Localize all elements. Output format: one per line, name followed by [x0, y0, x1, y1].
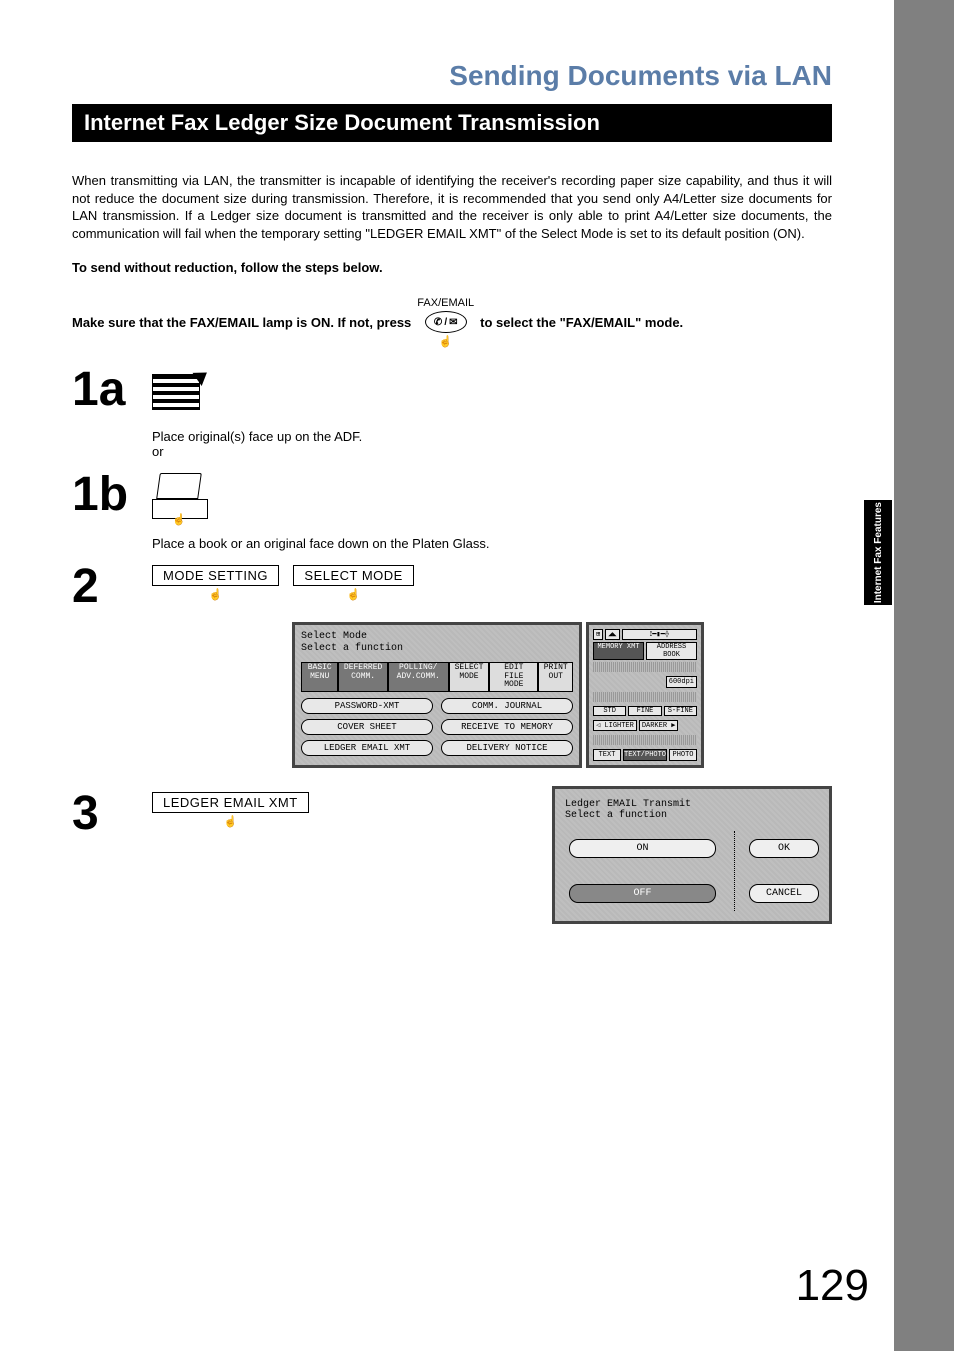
- adf-icon: [152, 368, 212, 416]
- res-sfine[interactable]: S-FINE: [664, 706, 697, 716]
- fax-email-button-graphic: FAX/EMAIL ✆/✉ ☝: [417, 297, 474, 348]
- envelope-icon: ✉: [449, 317, 457, 328]
- tab-polling-advcomm[interactable]: POLLING/ ADV.COMM.: [388, 662, 449, 691]
- btn-password-xmt[interactable]: PASSWORD-XMT: [301, 698, 433, 714]
- screen-title: Select Mode: [301, 631, 573, 643]
- fax-email-label: FAX/EMAIL: [417, 297, 474, 309]
- step-number-3: 3: [72, 792, 132, 835]
- select-mode-screen: Select Mode Select a function BASIC MENU…: [292, 622, 582, 768]
- tab-address-book[interactable]: ADDRESS BOOK: [646, 642, 697, 660]
- step-1a: 1a Place original(s) face up on the ADF.…: [72, 368, 832, 459]
- fax-email-oval-icon: ✆/✉: [425, 311, 467, 333]
- step-3: 3 LEDGER EMAIL XMT ☝ Ledger EMAIL Transm…: [72, 792, 832, 924]
- res-fine[interactable]: FINE: [628, 706, 661, 716]
- step-1b-text: Place a book or an original face down on…: [152, 536, 832, 551]
- keypad-icon[interactable]: ⊞: [593, 629, 603, 640]
- side-settings-panel: ⊞ ◢◣ ⟟━▮━⟠ MEMORY XMT ADDRESS BOOK 600dp…: [586, 622, 704, 768]
- slider-icon[interactable]: ⟟━▮━⟠: [622, 629, 697, 640]
- btn-ledger-email-xmt[interactable]: LEDGER EMAIL XMT: [301, 740, 433, 756]
- press-hand-icon: ☝: [223, 815, 237, 828]
- section-heading: Internet Fax Ledger Size Document Transm…: [72, 104, 832, 142]
- tab-deferred-comm[interactable]: DEFERRED COMM.: [338, 662, 387, 691]
- tab-select-mode[interactable]: SELECT MODE: [449, 662, 489, 691]
- photo-mode-icon[interactable]: ◢◣: [605, 629, 619, 640]
- platen-glass-icon: ☝: [152, 473, 212, 523]
- screen-subtitle: Select a function: [565, 810, 819, 821]
- screen-subtitle: Select a function: [301, 643, 573, 655]
- res-std[interactable]: STD: [593, 706, 626, 716]
- step-1a-or: or: [152, 444, 832, 459]
- darker-button[interactable]: DARKER ▶: [639, 720, 679, 731]
- lamp-text-pre: Make sure that the FAX/EMAIL lamp is ON.…: [72, 315, 411, 330]
- step-number-1a: 1a: [72, 368, 132, 411]
- orig-text[interactable]: TEXT: [593, 749, 621, 761]
- display-strip: [593, 735, 697, 745]
- step-1b: 1b ☝ Place a book or an original face do…: [72, 473, 832, 551]
- step-number-2: 2: [72, 565, 132, 608]
- orig-text-photo[interactable]: TEXT/PHOTO: [623, 749, 667, 761]
- ledger-email-xmt-button[interactable]: LEDGER EMAIL XMT: [152, 792, 309, 813]
- orig-photo[interactable]: PHOTO: [669, 749, 697, 761]
- press-hand-icon: ☝: [439, 335, 453, 348]
- intro-paragraph: When transmitting via LAN, the transmitt…: [72, 172, 832, 242]
- tab-basic-menu[interactable]: BASIC MENU: [301, 662, 338, 691]
- tab-print-out[interactable]: PRINT OUT: [538, 662, 573, 691]
- off-button[interactable]: OFF: [569, 884, 716, 903]
- section-tab-label: Internet Fax Features: [873, 502, 884, 603]
- ok-button[interactable]: OK: [749, 839, 819, 858]
- phone-icon: ✆: [434, 317, 442, 328]
- select-mode-button-graphic: SELECT MODE ☝: [293, 565, 413, 601]
- display-strip: [593, 692, 697, 702]
- section-tab: Internet Fax Features: [864, 500, 892, 605]
- tab-memory-xmt[interactable]: MEMORY XMT: [593, 642, 644, 660]
- mode-setting-button-graphic: MODE SETTING ☝: [152, 565, 279, 601]
- press-hand-icon: ☝: [347, 588, 361, 601]
- on-button[interactable]: ON: [569, 839, 716, 858]
- content-area: Sending Documents via LAN Internet Fax L…: [72, 60, 832, 938]
- tab-edit-file-mode[interactable]: EDIT FILE MODE: [489, 662, 538, 691]
- mode-setting-button[interactable]: MODE SETTING: [152, 565, 279, 586]
- lamp-text-post: to select the "FAX/EMAIL" mode.: [480, 315, 683, 330]
- btn-receive-to-memory[interactable]: RECEIVE TO MEMORY: [441, 719, 573, 735]
- display-strip: [593, 662, 697, 672]
- ledger-email-transmit-screen: Ledger EMAIL Transmit Select a function …: [552, 786, 832, 924]
- btn-delivery-notice[interactable]: DELIVERY NOTICE: [441, 740, 573, 756]
- cancel-button[interactable]: CANCEL: [749, 884, 819, 903]
- select-mode-button[interactable]: SELECT MODE: [293, 565, 413, 586]
- dpi-indicator[interactable]: 600dpi: [666, 676, 697, 688]
- btn-comm-journal[interactable]: COMM. JOURNAL: [441, 698, 573, 714]
- page-number: 129: [796, 1261, 869, 1311]
- page-title: Sending Documents via LAN: [72, 60, 832, 92]
- lamp-instruction: Make sure that the FAX/EMAIL lamp is ON.…: [72, 297, 832, 348]
- step-2-screens: Select Mode Select a function BASIC MENU…: [292, 622, 832, 768]
- step-2: 2 MODE SETTING ☝ SELECT MODE ☝: [72, 565, 832, 608]
- step-1a-text: Place original(s) face up on the ADF.: [152, 429, 832, 444]
- screen-tab-row: BASIC MENU DEFERRED COMM. POLLING/ ADV.C…: [301, 662, 573, 691]
- step-number-1b: 1b: [72, 473, 132, 516]
- lighter-button[interactable]: ◁ LIGHTER: [593, 720, 637, 731]
- ledger-email-xmt-button-graphic: LEDGER EMAIL XMT ☝: [152, 792, 309, 828]
- page-margin-bar: [894, 0, 954, 1351]
- btn-cover-sheet[interactable]: COVER SHEET: [301, 719, 433, 735]
- screen-title: Ledger EMAIL Transmit: [565, 799, 819, 810]
- bold-instruction: To send without reduction, follow the st…: [72, 260, 832, 275]
- press-hand-icon: ☝: [209, 588, 223, 601]
